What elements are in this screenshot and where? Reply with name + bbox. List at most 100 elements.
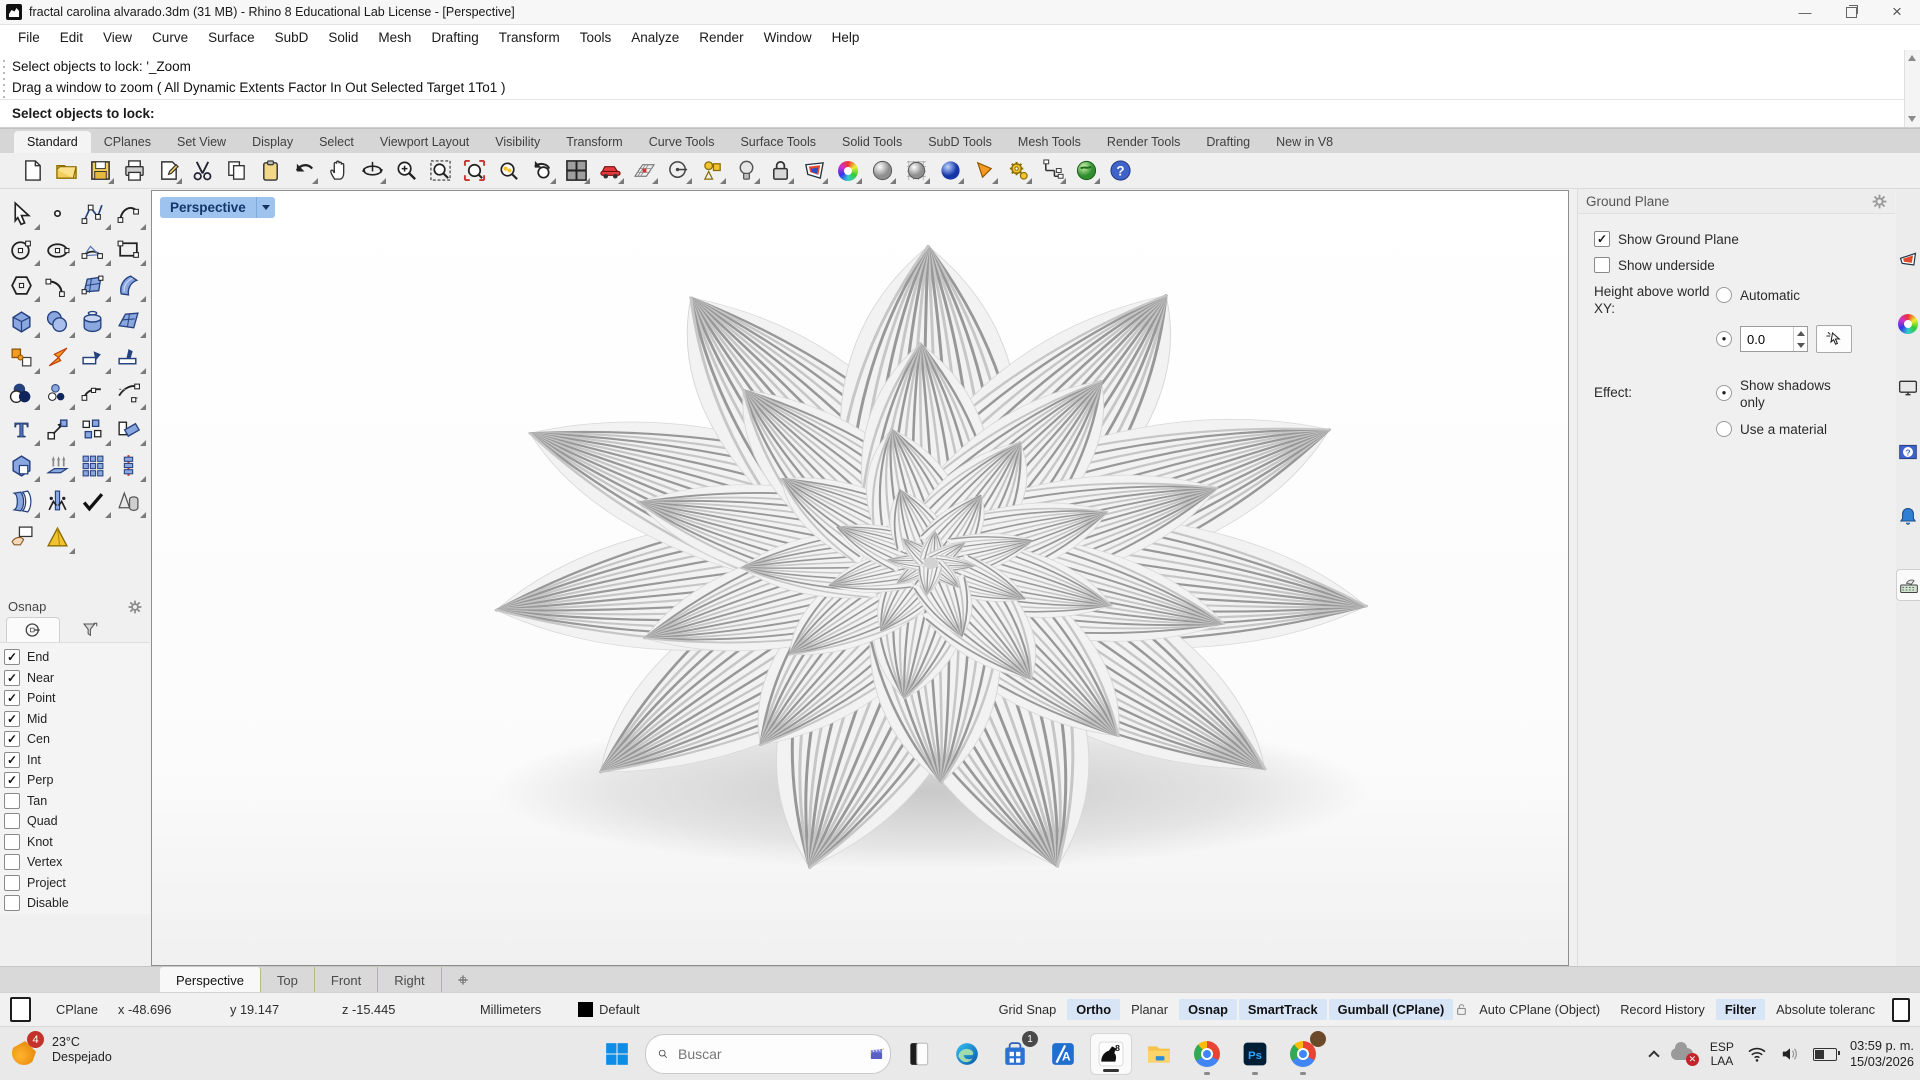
tray-clock[interactable]: 03:59 p. m. 15/03/2026 bbox=[1850, 1038, 1914, 1070]
osnap-int[interactable]: ✓Int bbox=[4, 750, 150, 771]
osnap-disable[interactable]: Disable bbox=[4, 893, 150, 914]
menu-file[interactable]: File bbox=[8, 27, 50, 48]
edit-document-button[interactable] bbox=[154, 157, 182, 185]
osnap-gear-icon[interactable] bbox=[128, 600, 142, 614]
menu-render[interactable]: Render bbox=[689, 27, 753, 48]
osnap-near[interactable]: ✓Near bbox=[4, 668, 150, 689]
viewport-menu-button[interactable] bbox=[256, 197, 275, 218]
menu-curve[interactable]: Curve bbox=[142, 27, 198, 48]
viewport-title-chip[interactable]: Perspective bbox=[160, 197, 275, 218]
active-layer-color-icon[interactable] bbox=[10, 997, 31, 1022]
tool-polygon-button[interactable] bbox=[4, 267, 40, 303]
checkbox[interactable]: ✓ bbox=[4, 752, 20, 768]
menu-window[interactable]: Window bbox=[754, 27, 822, 48]
chrome-app-button[interactable] bbox=[1187, 1034, 1227, 1074]
osnap-tan[interactable]: Tan bbox=[4, 791, 150, 812]
save-button[interactable] bbox=[86, 157, 114, 185]
viewport-tab-perspective[interactable]: Perspective bbox=[160, 967, 261, 993]
scroll-up-icon[interactable] bbox=[1908, 55, 1916, 61]
tool-rectangle-button[interactable] bbox=[111, 231, 147, 267]
command-history[interactable]: Select objects to lock: '_Zoom Drag a wi… bbox=[0, 50, 1904, 105]
menu-transform[interactable]: Transform bbox=[489, 27, 570, 48]
grid-snap-toggle[interactable]: Grid Snap bbox=[990, 999, 1066, 1020]
tool-sphere-button[interactable] bbox=[40, 303, 76, 339]
tool-extrude-button[interactable] bbox=[40, 447, 76, 483]
tool-control-point-curve-button[interactable] bbox=[75, 195, 111, 231]
file-explorer-button[interactable] bbox=[1139, 1034, 1179, 1074]
minimize-button[interactable]: — bbox=[1782, 0, 1828, 24]
undo-view-change-button[interactable] bbox=[528, 157, 556, 185]
osnap-toggle[interactable]: Osnap bbox=[1179, 999, 1237, 1020]
checkbox[interactable]: ✓ bbox=[4, 649, 20, 665]
menu-drafting[interactable]: Drafting bbox=[421, 27, 488, 48]
manual-height-radio[interactable]: ● bbox=[1716, 331, 1732, 347]
menu-help[interactable]: Help bbox=[822, 27, 870, 48]
osnap-point[interactable]: ✓Point bbox=[4, 688, 150, 709]
zoom-dynamic-button[interactable] bbox=[392, 157, 420, 185]
tolerance-indicator[interactable]: Absolute toleranc bbox=[1767, 999, 1884, 1020]
menu-tools[interactable]: Tools bbox=[570, 27, 622, 48]
zoom-extents-button[interactable] bbox=[460, 157, 488, 185]
viewport-tab-front[interactable]: Front bbox=[315, 967, 378, 993]
checkbox[interactable] bbox=[4, 793, 20, 809]
new-file-button[interactable] bbox=[18, 157, 46, 185]
show-underside-checkbox[interactable] bbox=[1594, 257, 1610, 273]
checkbox[interactable] bbox=[4, 854, 20, 870]
autocad-app-button[interactable]: A bbox=[1043, 1034, 1083, 1074]
osnap-quad[interactable]: Quad bbox=[4, 811, 150, 832]
tool-pyramid-button[interactable] bbox=[40, 519, 76, 555]
toolbar-tab-render-tools[interactable]: Render Tools bbox=[1094, 131, 1193, 154]
osnap-cen[interactable]: ✓Cen bbox=[4, 729, 150, 750]
new-viewport-tab-button[interactable] bbox=[442, 967, 484, 993]
menu-subd[interactable]: SubD bbox=[265, 27, 319, 48]
tool-blend-curves-button[interactable] bbox=[111, 375, 147, 411]
viewport-layout-button[interactable] bbox=[562, 157, 590, 185]
tool-check-button[interactable] bbox=[75, 483, 111, 519]
start-button[interactable] bbox=[597, 1034, 637, 1074]
tool-point-cloud-button[interactable] bbox=[40, 375, 76, 411]
hide-objects-button[interactable] bbox=[732, 157, 760, 185]
tool-explode-blocks-button[interactable] bbox=[40, 339, 76, 375]
checkbox[interactable]: ✓ bbox=[4, 711, 20, 727]
help-panel-tab[interactable]: ? bbox=[1897, 441, 1919, 463]
paste-button[interactable] bbox=[256, 157, 284, 185]
close-button[interactable]: × bbox=[1874, 0, 1920, 24]
tool-boolean-union-button[interactable] bbox=[4, 375, 40, 411]
osnap-perp[interactable]: ✓Perp bbox=[4, 770, 150, 791]
raytraced-display-button[interactable] bbox=[936, 157, 964, 185]
tool-render-preview-button[interactable] bbox=[4, 519, 40, 555]
checkbox[interactable]: ✓ bbox=[4, 731, 20, 747]
color-wheel-button[interactable] bbox=[834, 157, 862, 185]
tool-point-button[interactable] bbox=[40, 195, 76, 231]
checkbox[interactable] bbox=[4, 895, 20, 911]
display-panel-tab[interactable] bbox=[1897, 249, 1919, 271]
toolbar-tab-standard[interactable]: Standard bbox=[14, 131, 91, 154]
menu-solid[interactable]: Solid bbox=[318, 27, 368, 48]
tool-surface-patch-button[interactable] bbox=[111, 303, 147, 339]
battery-icon[interactable] bbox=[1813, 1048, 1837, 1061]
tool-boolean-difference-button[interactable] bbox=[4, 447, 40, 483]
tool-trim-button[interactable] bbox=[75, 339, 111, 375]
shadows-only-radio[interactable]: ● bbox=[1716, 385, 1732, 401]
tool-box-button[interactable] bbox=[4, 303, 40, 339]
pan-view-button[interactable] bbox=[324, 157, 352, 185]
tool-circle-button[interactable] bbox=[4, 231, 40, 267]
cut-button[interactable] bbox=[188, 157, 216, 185]
tool-arc-button[interactable] bbox=[75, 231, 111, 267]
tool-primitives-button[interactable] bbox=[111, 483, 147, 519]
rotate-view-button[interactable] bbox=[358, 157, 386, 185]
toolbar-tab-visibility[interactable]: Visibility bbox=[482, 131, 553, 154]
open-file-button[interactable] bbox=[52, 157, 80, 185]
keyboard-language[interactable]: ESP LAA bbox=[1710, 1040, 1734, 1068]
tool-copy-button[interactable] bbox=[75, 411, 111, 447]
macro-editor-tab[interactable] bbox=[1896, 569, 1920, 601]
tool-fillet-curves-button[interactable] bbox=[75, 375, 111, 411]
viewport-title[interactable]: Perspective bbox=[160, 197, 256, 218]
zoom-window-button[interactable] bbox=[426, 157, 454, 185]
options-button[interactable] bbox=[1004, 157, 1032, 185]
checkbox[interactable] bbox=[4, 834, 20, 850]
spin-up-icon[interactable] bbox=[1797, 331, 1805, 336]
panel-toggle-icon[interactable] bbox=[1892, 998, 1910, 1022]
tool-explode-button[interactable] bbox=[4, 339, 40, 375]
toolbar-tab-solid-tools[interactable]: Solid Tools bbox=[829, 131, 915, 154]
